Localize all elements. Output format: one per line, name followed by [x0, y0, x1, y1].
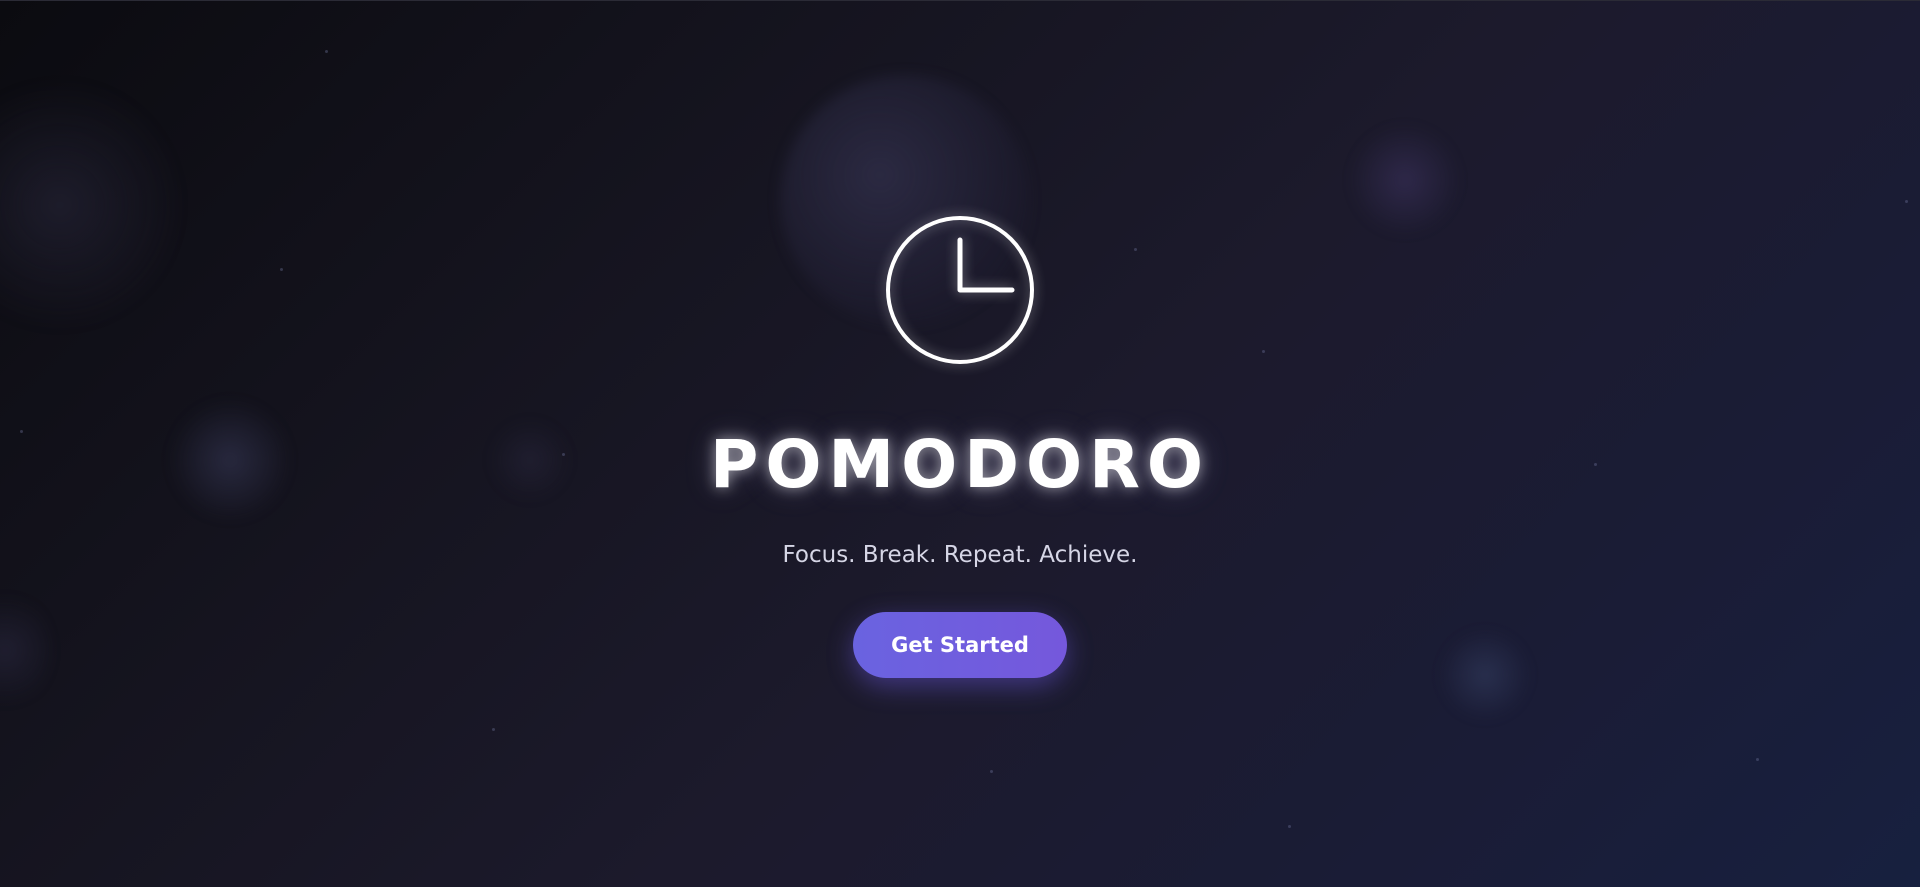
tagline: Focus. Break. Repeat. Achieve.: [782, 542, 1138, 568]
clock-icon: [886, 216, 1034, 364]
get-started-button[interactable]: Get Started: [853, 612, 1067, 678]
app-title: POMODORO: [709, 426, 1211, 503]
hero-section: POMODORO Focus. Break. Repeat. Achieve. …: [0, 0, 1920, 887]
